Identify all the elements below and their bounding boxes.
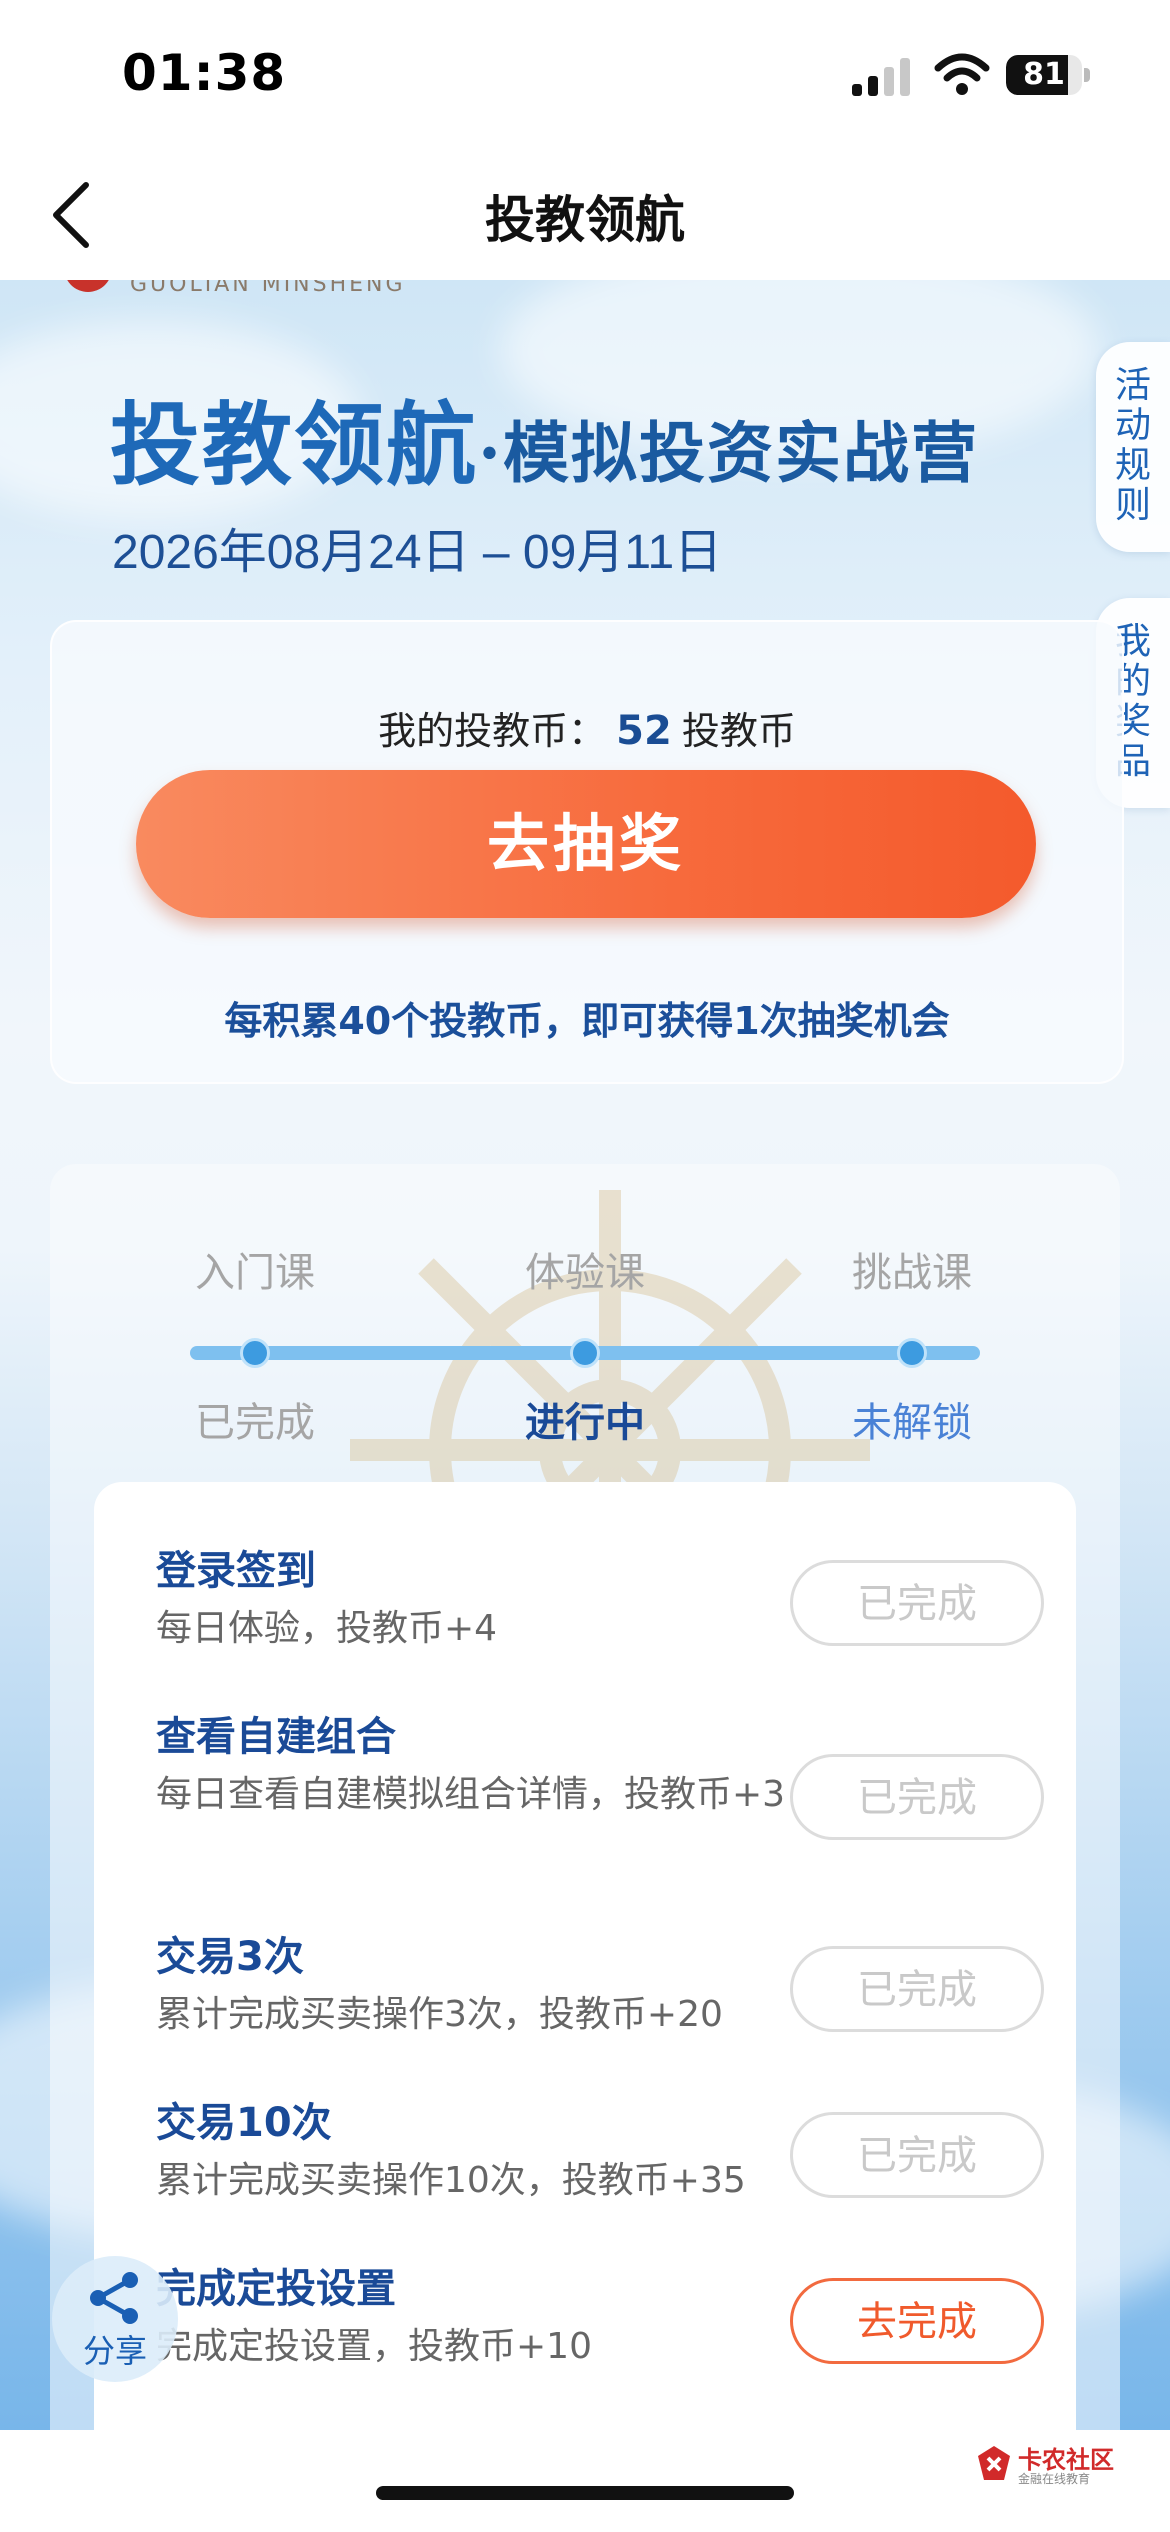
share-icon (90, 2272, 138, 2324)
bottom-area: 卡农社区 金融在线教育 (0, 2430, 1170, 2532)
brand-subtitle: GUOLIAN MINSHENG (130, 280, 406, 297)
nav-bar: 投教领航 (0, 150, 1170, 280)
task-desc: 每日体验，投教币+4 (156, 1608, 498, 1649)
task-done-button[interactable]: 已完成 (790, 1946, 1044, 2032)
stage-status-trial: 进行中 (525, 1400, 645, 1446)
task-desc: 累计完成买卖操作3次，投教币+20 (156, 1994, 723, 2035)
stage-label-trial: 体验课 (525, 1250, 645, 1296)
task-title: 交易3次 (156, 1934, 304, 1980)
battery-icon: 81 (1006, 55, 1090, 97)
status-bar: 01:38 81 (0, 0, 1170, 150)
stage-dot-intro (240, 1338, 270, 1368)
hero-title-main: 投教领航 (110, 392, 478, 498)
hero-title: 投教领航·模拟投资实战营 (110, 372, 979, 502)
draw-lottery-button[interactable]: 去抽奖 (136, 770, 1036, 918)
share-label: 分享 (82, 2332, 147, 2370)
watermark-subtitle: 金融在线教育 (1018, 2472, 1091, 2486)
rules-tab-label: 活动规则 (1114, 365, 1151, 526)
task-list: 登录签到 每日体验，投教币+4 已完成 查看自建组合 每日查看自建模拟组合详情，… (94, 1482, 1076, 2430)
battery-level-text: 81 (1023, 57, 1065, 92)
coin-value: 52 (616, 708, 672, 754)
watermark: 卡农社区 金融在线教育 (974, 2440, 1164, 2490)
stage-label-intro: 入门课 (195, 1250, 315, 1296)
watermark-logo-icon (978, 2446, 1010, 2480)
coin-label: 我的投教币： (378, 709, 607, 753)
rules-tab[interactable]: 活动规则 (1096, 342, 1170, 552)
task-title: 查看自建组合 (156, 1714, 396, 1760)
stage-status-intro: 已完成 (195, 1400, 315, 1446)
coin-balance: 我的投教币： 52 投教币 (52, 700, 1122, 755)
task-title: 交易10次 (156, 2100, 332, 2146)
task-go-complete-button[interactable]: 去完成 (790, 2278, 1044, 2364)
task-done-button[interactable]: 已完成 (790, 2112, 1044, 2198)
page-title: 投教领航 (485, 191, 685, 249)
task-desc: 完成定投设置，投教币+10 (156, 2326, 592, 2367)
task-title: 登录签到 (156, 1548, 316, 1594)
task-title: 完成定投设置 (156, 2266, 396, 2312)
home-indicator (376, 2486, 794, 2500)
task-done-button[interactable]: 已完成 (790, 1560, 1044, 1646)
coin-card: 我的投教币： 52 投教币 去抽奖 每积累40个投教币，即可获得1次抽奖机会 (50, 620, 1124, 1084)
share-button[interactable]: 分享 (52, 2256, 178, 2382)
task-desc: 每日查看自建模拟组合详情，投教币+3 (156, 1774, 786, 1815)
task-desc: 累计完成买卖操作10次，投教币+35 (156, 2160, 746, 2201)
activity-page: GUOLIAN MINSHENG 投教领航·模拟投资实战营 2026年08月24… (0, 280, 1170, 2430)
status-time: 01:38 (122, 44, 287, 102)
stage-dot-challenge (897, 1338, 927, 1368)
activity-date-range: 2026年08月24日 – 09月11日 (112, 526, 723, 579)
brand-logo (64, 280, 112, 292)
wifi-icon (934, 53, 990, 95)
lottery-tip: 每积累40个投教币，即可获得1次抽奖机会 (224, 999, 950, 1043)
stage-status-challenge: 未解锁 (852, 1400, 972, 1446)
stage-dot-trial (570, 1338, 600, 1368)
cellular-signal-icon (852, 58, 910, 96)
stage-label-challenge: 挑战课 (852, 1250, 972, 1296)
coin-unit: 投教币 (681, 709, 796, 753)
hero-title-sub: ·模拟投资实战营 (478, 414, 979, 492)
task-done-button[interactable]: 已完成 (790, 1754, 1044, 1840)
